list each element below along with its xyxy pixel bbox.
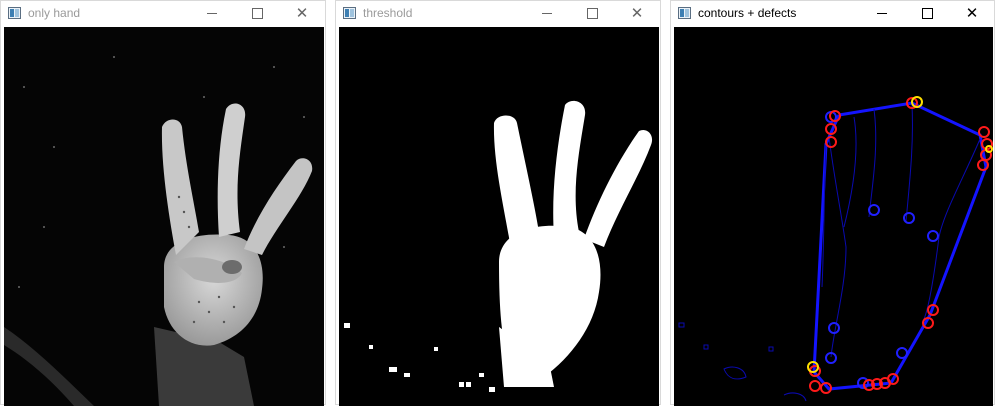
close-icon: ✕: [630, 4, 644, 22]
titlebar-only-hand[interactable]: only hand ✕: [1, 1, 325, 26]
maximize-button[interactable]: [234, 1, 280, 26]
maximize-button[interactable]: [569, 1, 615, 26]
minimize-button[interactable]: [524, 1, 570, 26]
window-only-hand: only hand ✕: [0, 0, 326, 406]
minimize-button[interactable]: [189, 1, 235, 26]
window-app-icon: [678, 7, 691, 19]
close-icon: ✕: [295, 4, 309, 22]
close-icon: ✕: [965, 4, 979, 22]
minimize-icon: [207, 13, 217, 14]
minimize-icon: [877, 13, 887, 14]
titlebar-contours-defects[interactable]: contours + defects ✕: [671, 1, 994, 26]
hand-image: [4, 27, 324, 406]
window-threshold: threshold ✕: [335, 0, 661, 406]
close-button[interactable]: ✕: [614, 1, 660, 26]
minimize-icon: [542, 13, 552, 14]
threshold-image: [339, 27, 659, 406]
window-app-icon: [8, 7, 21, 19]
maximize-icon: [251, 8, 263, 19]
maximize-icon: [586, 8, 598, 19]
maximize-button[interactable]: [904, 1, 950, 26]
titlebar-threshold[interactable]: threshold ✕: [336, 1, 660, 26]
maximize-icon: [921, 8, 933, 19]
window-contours-defects: contours + defects ✕: [670, 0, 995, 406]
window-title: threshold: [363, 6, 413, 20]
window-app-icon: [343, 7, 356, 19]
close-button[interactable]: ✕: [949, 1, 995, 26]
close-button[interactable]: ✕: [279, 1, 325, 26]
window-title: only hand: [28, 6, 81, 20]
contours-image: [674, 27, 993, 406]
window-title: contours + defects: [698, 6, 797, 20]
minimize-button[interactable]: [859, 1, 905, 26]
